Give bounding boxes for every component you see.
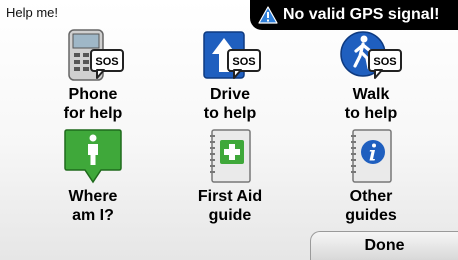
other-guides-icon bbox=[351, 129, 392, 183]
tile-label-line1: Walk bbox=[352, 86, 390, 103]
tile-label-line2: for help bbox=[63, 105, 123, 122]
sos-badge-text: SOS bbox=[373, 56, 396, 68]
tile-label-line1: Drive bbox=[209, 86, 251, 103]
tile-label-line2: guides bbox=[345, 207, 397, 224]
sos-badge-text: SOS bbox=[232, 56, 255, 68]
other-guides-button[interactable]: Other guides bbox=[311, 124, 431, 225]
tile-label-line2: am I? bbox=[72, 207, 114, 224]
where-am-i-button[interactable]: Where am I? bbox=[33, 124, 153, 225]
tile-label-line1: Where bbox=[68, 188, 118, 205]
page-title: Help me! bbox=[6, 5, 59, 20]
tile-label-line2: to help bbox=[203, 105, 257, 122]
first-aid-guide-icon bbox=[210, 129, 251, 183]
drive-to-help-button[interactable]: SOS Drive to help bbox=[170, 22, 290, 123]
tile-label-line1: Other bbox=[349, 188, 393, 205]
tile-label-line2: guide bbox=[208, 207, 252, 224]
walk-sos-icon: SOS bbox=[340, 31, 402, 79]
where-am-i-icon bbox=[64, 129, 122, 184]
done-button[interactable]: Done bbox=[310, 231, 458, 260]
tile-label-line1: First Aid bbox=[197, 188, 263, 205]
tile-label-line1: Phone bbox=[68, 86, 118, 103]
tile-label-line2: to help bbox=[344, 105, 398, 122]
sos-badge-text: SOS bbox=[95, 56, 118, 68]
first-aid-guide-button[interactable]: First Aid guide bbox=[170, 124, 290, 225]
phone-sos-icon: SOS bbox=[68, 29, 124, 81]
drive-sos-icon: SOS bbox=[203, 31, 261, 79]
phone-for-help-button[interactable]: SOS Phone for help bbox=[33, 22, 153, 123]
walk-to-help-button[interactable]: SOS Walk to help bbox=[311, 22, 431, 123]
